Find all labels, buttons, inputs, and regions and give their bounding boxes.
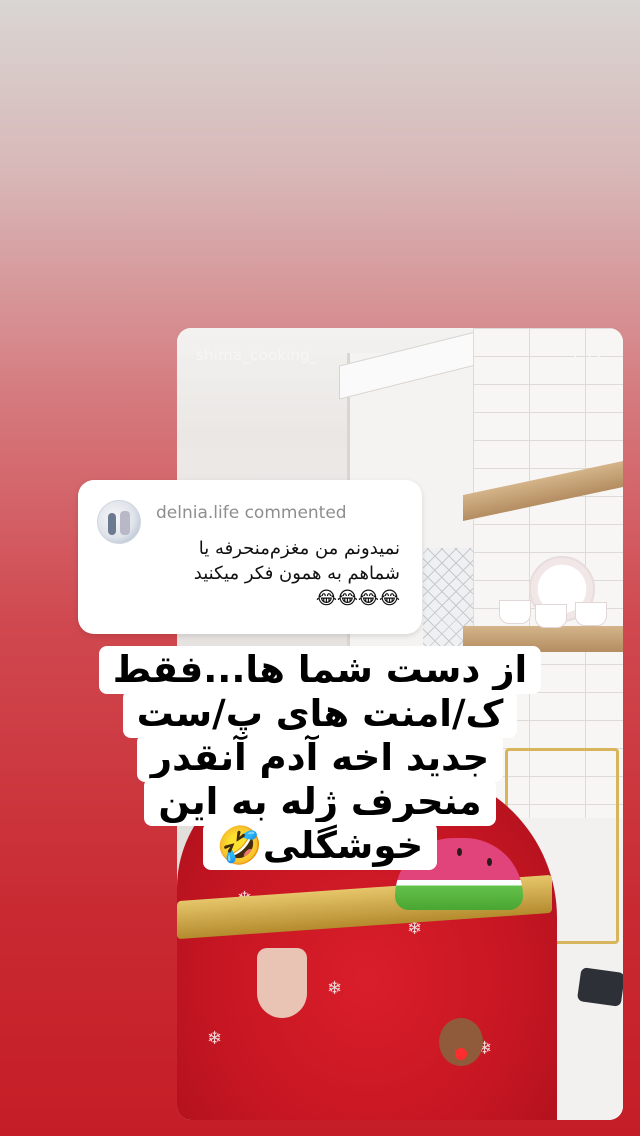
caption-line: جدید اخه آدم آنقدر bbox=[136, 734, 504, 782]
comment-header: delnia.life commented bbox=[156, 503, 347, 523]
story-username[interactable]: shima_cooking_ bbox=[196, 346, 318, 364]
snowflake-icon: ❄ bbox=[327, 978, 343, 999]
neckline bbox=[257, 948, 307, 1018]
caption-line: از دست شما ها...فقط bbox=[98, 646, 542, 694]
story-timecode: 1:12 bbox=[570, 346, 604, 364]
reindeer-print bbox=[439, 1018, 483, 1066]
comment-text: نمیدونم من مغزم‌منحرفه یا شماهم به همون … bbox=[193, 538, 400, 609]
caption-line: خوشگلی🤣 bbox=[202, 822, 438, 870]
snowflake-icon: ❄ bbox=[207, 1028, 223, 1049]
story-screen: { "story": { "username": "shima_cooking_… bbox=[0, 0, 640, 1136]
teacup bbox=[499, 600, 531, 624]
teacup bbox=[535, 604, 567, 628]
phone-on-counter bbox=[576, 967, 623, 1007]
comment-sticker[interactable]: delnia.life commented نمیدونم من مغزم‌من… bbox=[78, 480, 422, 634]
story-caption: از دست شما ها...فقط ک/امنت های پ/ست جدید… bbox=[0, 646, 640, 870]
caption-line: ک/امنت های پ/ست bbox=[122, 690, 518, 738]
caption-line: منحرف ژله به این bbox=[144, 778, 496, 826]
teacup bbox=[575, 602, 607, 626]
